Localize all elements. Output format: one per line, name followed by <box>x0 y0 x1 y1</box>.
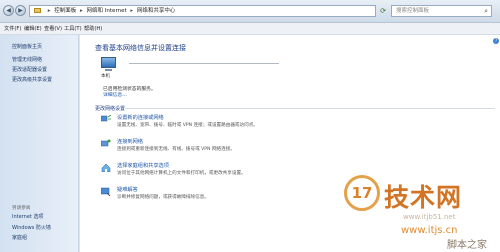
task-description: 访问位于其他网络计算机上的文件和打印机，或更改共享设置。 <box>117 171 246 176</box>
menu-tools[interactable]: 工具(T) <box>64 25 82 32</box>
search-icon[interactable]: ⌕ <box>484 6 488 16</box>
watermark-logo: 17 <box>344 175 380 211</box>
computer-icon <box>101 57 116 68</box>
section-divider <box>125 108 495 109</box>
task-connect-network[interactable]: 连接到网络 连接到或重新连接到无线、有线、拨号或 VPN 网络连接。 <box>101 138 496 158</box>
watermark-site: www.itjb51.net <box>403 213 456 221</box>
task-link[interactable]: 疑难解答 <box>117 186 138 193</box>
address-bar: ◀ ▶ ▸ 控制面板 ▸ 网络和 Internet ▸ 网络和共享中心 ⟳ 搜索… <box>0 0 500 23</box>
network-setup-icon <box>101 115 111 122</box>
task-description: 连接到或重新连接到无线、有线、拨号或 VPN 网络连接。 <box>117 147 235 152</box>
forward-button[interactable]: ▶ <box>15 5 26 16</box>
help-icon[interactable]: ? <box>493 38 499 44</box>
sidebar-item-homegroup[interactable]: 家庭组 <box>12 234 27 241</box>
watermark-url: www.itjs.cn <box>401 225 458 236</box>
watermark-corner: 脚本之家 <box>447 240 487 251</box>
address-field[interactable]: ▸ 控制面板 ▸ 网络和 Internet ▸ 网络和共享中心 <box>29 5 376 17</box>
sidebar-item-adapter-settings[interactable]: 更改适配器设置 <box>12 66 47 73</box>
menu-bar: 文件(F) 编辑(E) 查看(V) 工具(T) 帮助(H) <box>0 23 500 35</box>
breadcrumb-network-sharing-center[interactable]: 网络和共享中心 <box>137 8 176 14</box>
see-also-heading: 另请参阅 <box>12 206 31 211</box>
breadcrumb-network-internet[interactable]: 网络和 Internet <box>87 8 127 14</box>
sidebar-item-advanced-sharing[interactable]: 更改高级共享设置 <box>12 76 52 83</box>
menu-help[interactable]: 帮助(H) <box>84 25 102 32</box>
connect-network-icon <box>101 139 111 147</box>
sidebar-item-windows-firewall[interactable]: Windows 防火墙 <box>12 224 51 231</box>
network-line <box>129 63 279 64</box>
details-link[interactable]: 详细信息... <box>103 91 127 98</box>
task-link[interactable]: 连接到网络 <box>117 138 143 145</box>
folder-icon <box>34 8 41 13</box>
menu-view[interactable]: 查看(V) <box>44 25 62 32</box>
task-link[interactable]: 选择家庭组和共享选项 <box>117 162 169 169</box>
menu-file[interactable]: 文件(F) <box>4 25 21 32</box>
task-description: 设置无线、宽带、拨号、临时或 VPN 连接；或设置路由器或访问点。 <box>117 123 258 128</box>
sidebar-item-manage-wireless[interactable]: 管理无线网络 <box>12 56 42 63</box>
page-title: 查看基本网络信息并设置连接 <box>95 44 186 52</box>
computer-label: 本机 <box>101 74 110 79</box>
sidebar: 控制面板主页 管理无线网络 更改适配器设置 更改高级共享设置 另请参阅 Inte… <box>0 35 79 252</box>
watermark-text: 技术网 <box>384 183 463 212</box>
menu-edit[interactable]: 编辑(E) <box>24 25 42 32</box>
task-description: 诊断并修复网络问题，或获得故障排除信息。 <box>117 195 209 200</box>
sidebar-item-control-panel-home[interactable]: 控制面板主页 <box>12 43 42 50</box>
breadcrumb-control-panel[interactable]: 控制面板 <box>54 8 76 14</box>
task-new-connection[interactable]: 设置新的连接或网络 设置无线、宽带、拨号、临时或 VPN 连接；或设置路由器或访… <box>101 114 496 134</box>
back-button[interactable]: ◀ <box>3 5 14 16</box>
search-input[interactable]: 搜索控制面板 ⌕ <box>391 5 492 17</box>
homegroup-icon <box>101 163 111 172</box>
network-map: 本机 <box>101 57 336 79</box>
refresh-icon[interactable]: ⟳ <box>378 5 388 17</box>
sidebar-item-internet-options[interactable]: Internet 选项 <box>12 213 43 220</box>
watermark: 17 技术网 www.itjb51.net www.itjs.cn 脚本之家 <box>344 173 494 251</box>
troubleshoot-icon <box>101 187 111 196</box>
task-link[interactable]: 设置新的连接或网络 <box>117 114 164 121</box>
section-title: 更改网络设置 <box>95 106 126 112</box>
